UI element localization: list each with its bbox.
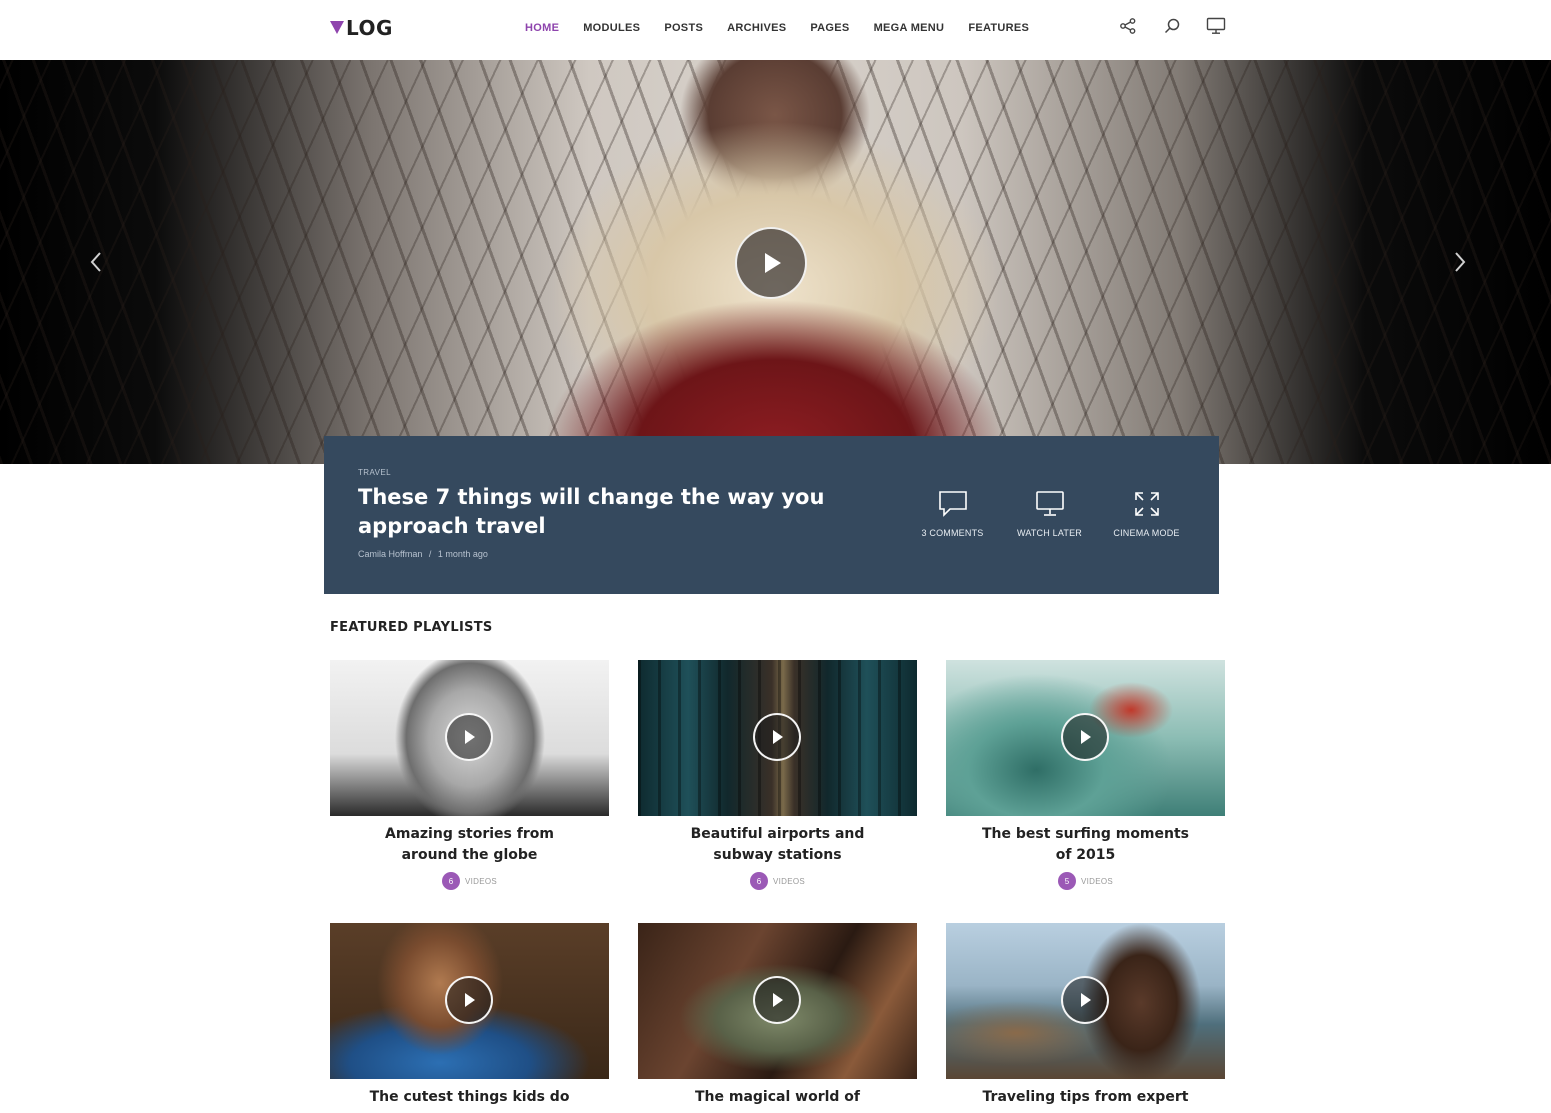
logo-mark-icon [330,20,344,34]
nav-item-modules[interactable]: MODULES [583,20,640,36]
play-icon[interactable] [753,713,801,761]
video-count-badge: 6 [441,872,460,890]
hero-video[interactable] [0,60,1551,464]
playlist-card[interactable]: The magical world of [638,923,917,1108]
playlist-meta: 5 VIDEOS [946,872,1225,890]
playlist-thumbnail[interactable] [946,660,1225,816]
playlist-card[interactable]: The best surfing moments of 2015 5 VIDEO… [946,660,1225,890]
section-title-featured-playlists: FEATURED PLAYLISTS [330,620,493,635]
play-icon[interactable] [753,976,801,1024]
hero-meta: Camila Hoffman / 1 month ago [358,549,488,559]
playlist-grid: Amazing stories from around the globe 6 … [330,660,1225,1108]
play-icon[interactable] [1061,713,1109,761]
videos-label: VIDEOS [464,876,498,886]
nav-item-mega-menu[interactable]: MEGA MENU [874,20,945,36]
meta-separator: / [428,549,432,559]
videos-label: VIDEOS [772,876,806,886]
cinema-mode-label: CINEMA MODE [1113,528,1180,538]
share-icon[interactable] [1118,16,1138,36]
site-logo[interactable]: LOG [330,16,393,40]
playlist-thumbnail[interactable] [638,923,917,1079]
hero-category[interactable]: TRAVEL [358,468,391,477]
playlist-title[interactable]: Amazing stories from around the globe [330,824,609,866]
play-icon[interactable] [445,976,493,1024]
logo-text: LOG [346,16,393,40]
search-icon[interactable] [1162,16,1182,36]
nav-item-posts[interactable]: POSTS [664,20,703,36]
hero-next-arrow[interactable] [1448,248,1472,276]
video-count-badge: 6 [749,872,768,890]
hero-author[interactable]: Camila Hoffman [358,549,422,559]
hero-actions: 3 COMMENTS WATCH LATER CINEMA MODE [904,488,1195,538]
comments-label: 3 COMMENTS [921,528,984,538]
playlist-card[interactable]: The cutest things kids do [330,923,609,1108]
monitor-icon [1035,488,1065,520]
playlist-card[interactable]: Amazing stories from around the globe 6 … [330,660,609,890]
video-count-badge: 5 [1057,872,1076,890]
nav-item-archives[interactable]: ARCHIVES [727,20,786,36]
expand-icon [1133,488,1161,520]
playlist-meta: 6 VIDEOS [638,872,917,890]
videos-label: VIDEOS [1080,876,1114,886]
playlist-title[interactable]: The best surfing moments of 2015 [946,824,1225,866]
nav-item-pages[interactable]: PAGES [810,20,849,36]
playlist-title[interactable]: Traveling tips from expert [946,1087,1225,1108]
hero-play-button[interactable] [735,227,807,299]
playlist-meta: 6 VIDEOS [330,872,609,890]
cinema-mode-button[interactable]: CINEMA MODE [1098,488,1195,538]
nav-item-features[interactable]: FEATURES [968,20,1029,36]
playlist-thumbnail[interactable] [330,660,609,816]
header-icons [1118,16,1226,36]
playlist-thumbnail[interactable] [638,660,917,816]
playlist-title[interactable]: Beautiful airports and subway stations [638,824,917,866]
comment-icon [938,488,968,520]
site-header: LOG HOME MODULES POSTS ARCHIVES PAGES ME… [0,0,1551,60]
playlist-title[interactable]: The magical world of [638,1087,917,1108]
hero-date: 1 month ago [437,549,488,559]
playlist-thumbnail[interactable] [330,923,609,1079]
main-nav: HOME MODULES POSTS ARCHIVES PAGES MEGA M… [525,20,1029,36]
playlist-title[interactable]: The cutest things kids do [330,1087,609,1108]
play-icon[interactable] [1061,976,1109,1024]
hero-prev-arrow[interactable] [84,248,108,276]
watch-later-button[interactable]: WATCH LATER [1001,488,1098,538]
watch-later-label: WATCH LATER [1016,528,1083,538]
hero-caption-card: TRAVEL These 7 things will change the wa… [324,436,1219,594]
playlist-card[interactable]: Beautiful airports and subway stations 6… [638,660,917,890]
nav-item-home[interactable]: HOME [525,20,559,36]
playlist-thumbnail[interactable] [946,923,1225,1079]
monitor-icon[interactable] [1206,16,1226,36]
hero-title[interactable]: These 7 things will change the way you a… [358,483,838,541]
comments-button[interactable]: 3 COMMENTS [904,488,1001,538]
play-icon[interactable] [445,713,493,761]
playlist-card[interactable]: Traveling tips from expert [946,923,1225,1108]
